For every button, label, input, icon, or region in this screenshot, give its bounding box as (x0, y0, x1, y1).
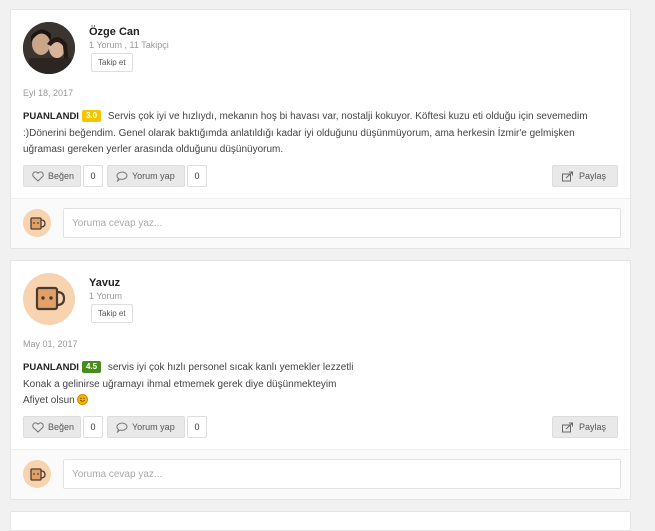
review-text-line: servis iyi çok hızlı personel sıcak kanl… (107, 362, 354, 373)
comment-button[interactable]: Yorum yap (107, 165, 185, 187)
share-label: Paylaş (579, 422, 607, 432)
user-avatar[interactable] (23, 22, 75, 74)
speech-bubble-icon (116, 171, 128, 182)
comment-label: Yorum yap (132, 422, 175, 432)
comment-label: Yorum yap (132, 171, 175, 181)
like-button[interactable]: Beğen (23, 416, 81, 438)
review-card (10, 511, 631, 531)
coffee-mug-icon (30, 468, 46, 481)
like-label: Beğen (48, 422, 75, 432)
user-name[interactable]: Yavuz (89, 277, 120, 289)
share-button[interactable]: Paylaş (552, 165, 618, 187)
review-body: PUANLANDI 4.5 servis iyi çok hızlı person… (23, 360, 618, 410)
review-actions: Beğen 0 Yorum yap 0 (23, 165, 223, 187)
rating-label: PUANLANDI (23, 111, 79, 122)
user-stats: 1 Yorum , 11 Takipçi (89, 40, 169, 50)
reply-avatar (23, 209, 51, 237)
like-label: Beğen (48, 171, 75, 181)
speech-bubble-icon (116, 422, 128, 433)
review-body: PUANLANDI 3.0 Servis çok iyi ve hızlıydı,… (23, 109, 618, 159)
user-photo (23, 22, 75, 74)
coffee-mug-icon (35, 286, 66, 311)
comment-count: 0 (187, 416, 207, 438)
rating-badge: 3.0 (81, 110, 102, 122)
user-avatar[interactable] (23, 273, 75, 325)
reply-input[interactable] (63, 459, 621, 489)
rating-badge: 4.5 (81, 361, 102, 373)
review-date: May 01, 2017 (23, 339, 78, 349)
review-actions: Beğen 0 Yorum yap 0 (23, 416, 223, 438)
coffee-mug-icon (30, 217, 46, 230)
heart-icon (32, 171, 44, 182)
reply-avatar (23, 460, 51, 488)
user-stats: 1 Yorum (89, 291, 123, 301)
review-text: Servis çok iyi ve hızlıydı, mekanın hoş … (23, 111, 588, 155)
share-button[interactable]: Paylaş (552, 416, 618, 438)
follow-button[interactable]: Takip et (91, 53, 133, 72)
share-label: Paylaş (579, 171, 607, 181)
smiley-icon (77, 394, 89, 405)
rating-label: PUANLANDI (23, 362, 79, 373)
heart-icon (32, 422, 44, 433)
share-icon (562, 171, 573, 182)
share-icon (562, 422, 573, 433)
follow-button[interactable]: Takip et (91, 304, 133, 323)
comment-button[interactable]: Yorum yap (107, 416, 185, 438)
review-card: Özge Can 1 Yorum , 11 Takipçi Takip et E… (10, 9, 631, 249)
review-card: Yavuz 1 Yorum Takip et May 01, 2017 PUAN… (10, 260, 631, 500)
like-button[interactable]: Beğen (23, 165, 81, 187)
reply-input[interactable] (63, 208, 621, 238)
like-count: 0 (83, 416, 103, 438)
review-date: Eyl 18, 2017 (23, 88, 74, 98)
comment-count: 0 (187, 165, 207, 187)
review-text-line: Afiyet olsun (23, 395, 75, 406)
user-name[interactable]: Özge Can (89, 26, 140, 38)
review-text-line: Konak a gelinirse uğramayı ihmal etmemek… (23, 378, 337, 390)
like-count: 0 (83, 165, 103, 187)
